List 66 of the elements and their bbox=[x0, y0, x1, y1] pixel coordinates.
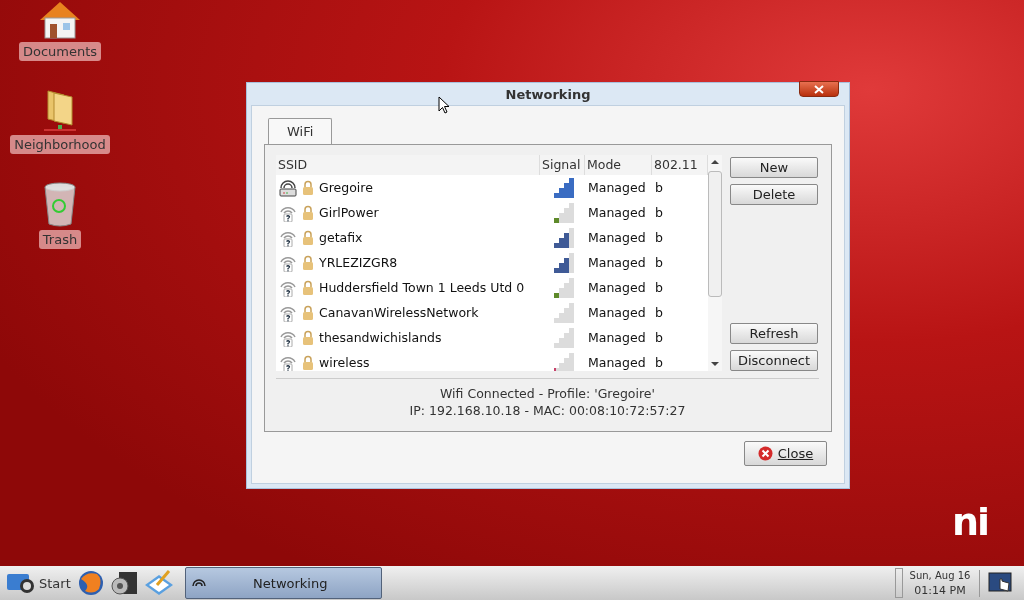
ssid-text[interactable]: Gregoire bbox=[319, 180, 373, 195]
signal-strength-icon bbox=[554, 327, 574, 348]
column-header[interactable]: Mode bbox=[585, 155, 652, 175]
desktop-icon-label[interactable]: Documents bbox=[18, 42, 102, 61]
close-button[interactable]: Close bbox=[744, 441, 827, 466]
date-text: Sun, Aug 16 bbox=[909, 569, 971, 581]
mode-text: Managed bbox=[587, 180, 647, 195]
signal-strength-icon bbox=[554, 227, 574, 248]
scroll-up-icon[interactable] bbox=[711, 159, 719, 165]
status-text: Wifi Connected - Profile: 'Gregoire' bbox=[440, 385, 655, 402]
mode-text: Managed bbox=[587, 330, 647, 345]
standard-text: b bbox=[654, 355, 664, 370]
mode-text: Managed bbox=[587, 255, 647, 270]
mode-text: Managed bbox=[587, 305, 647, 320]
house-icon[interactable] bbox=[38, 0, 82, 40]
ssid-text[interactable]: thesandwichislands bbox=[319, 330, 442, 345]
ssid-text[interactable]: wireless bbox=[319, 355, 370, 370]
mode-text: Managed bbox=[587, 230, 647, 245]
folder-icon[interactable] bbox=[42, 89, 78, 133]
standard-text: b bbox=[654, 330, 664, 345]
globe-icon[interactable] bbox=[76, 569, 105, 597]
ssid-text[interactable]: YRLEZIZGR8 bbox=[319, 255, 398, 270]
logo: ni bbox=[952, 503, 989, 541]
hand-cursor-icon[interactable] bbox=[988, 571, 1014, 595]
standard-text: b bbox=[654, 205, 664, 220]
action-button[interactable]: Refresh bbox=[730, 323, 818, 344]
column-header[interactable]: Signal bbox=[540, 155, 585, 175]
signal-strength-icon bbox=[554, 252, 574, 273]
ssid-text[interactable]: getafix bbox=[319, 230, 363, 245]
signal-strength-icon bbox=[554, 202, 574, 223]
mode-text: Managed bbox=[587, 280, 647, 295]
standard-text: b bbox=[654, 280, 664, 295]
close-icon[interactable] bbox=[799, 81, 839, 97]
status-text: IP: 192.168.10.18 - MAC: 00:08:10:72:57:27 bbox=[409, 402, 686, 419]
mode-text: Managed bbox=[587, 205, 647, 220]
action-button[interactable]: Delete bbox=[730, 184, 818, 205]
scroll-down-icon[interactable] bbox=[711, 361, 719, 367]
tab[interactable]: WiFi bbox=[268, 118, 333, 144]
map-compass-icon bbox=[6, 571, 36, 595]
action-button[interactable]: New bbox=[730, 157, 818, 178]
standard-text: b bbox=[654, 230, 664, 245]
signal-strength-icon bbox=[554, 277, 574, 298]
signal-strength-icon bbox=[554, 177, 574, 198]
desktop-icon-label[interactable]: Trash bbox=[38, 230, 82, 249]
standard-text: b bbox=[654, 305, 664, 320]
close-circle-icon bbox=[757, 446, 773, 461]
wifi-icon bbox=[191, 578, 206, 588]
standard-text: b bbox=[654, 255, 664, 270]
ssid-text[interactable]: Huddersfield Town 1 Leeds Utd 0 bbox=[319, 280, 525, 295]
standard-text: b bbox=[654, 180, 664, 195]
start-button[interactable]: Start bbox=[4, 571, 73, 595]
ssid-text[interactable]: CanavanWirelessNetwork bbox=[319, 305, 479, 320]
ssid-text[interactable]: GirlPower bbox=[319, 205, 379, 220]
action-button[interactable]: Disconnect bbox=[730, 350, 818, 371]
clock-text[interactable]: 01:14 PM bbox=[914, 583, 966, 597]
window-title: Networking bbox=[505, 86, 591, 102]
signal-strength-icon bbox=[554, 352, 574, 371]
mode-text: Managed bbox=[587, 355, 647, 370]
desktop-icon-label[interactable]: Neighborhood bbox=[10, 135, 110, 154]
taskbar-window-button[interactable]: Networking bbox=[184, 567, 382, 599]
tray-handle[interactable] bbox=[895, 568, 903, 598]
signal-strength-icon bbox=[554, 302, 574, 323]
trash-icon[interactable] bbox=[42, 182, 78, 228]
column-header[interactable]: SSID bbox=[276, 155, 540, 175]
scrollbar[interactable] bbox=[708, 155, 722, 371]
film-speaker-icon[interactable] bbox=[108, 569, 139, 597]
